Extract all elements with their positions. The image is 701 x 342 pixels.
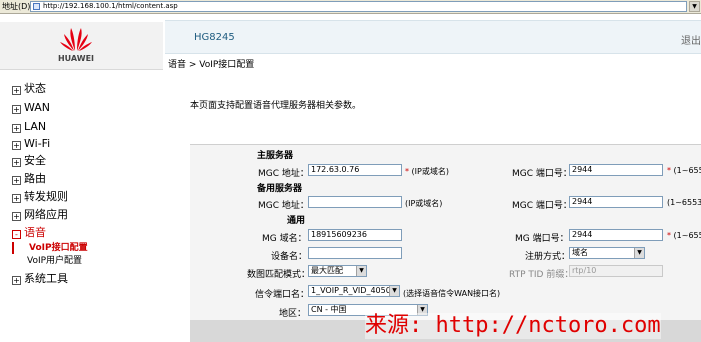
expand-icon: +: [12, 176, 21, 185]
nav-label: 状态: [24, 82, 46, 95]
address-dropdown-icon[interactable]: ▼: [689, 1, 700, 12]
backup-mgc-port-label: MGC 端口号：: [512, 201, 572, 211]
logo-text: HUAWEI: [57, 54, 95, 63]
digit-map-select[interactable]: 最大匹配 ▼: [308, 265, 367, 277]
expand-icon: +: [12, 194, 21, 203]
primary-mgc-address-hint: * (IP或域名): [405, 166, 449, 177]
dropdown-arrow-icon: ▼: [634, 248, 644, 258]
nav-label: 系统工具: [24, 272, 68, 285]
nav-item-status[interactable]: + 状态: [12, 82, 46, 96]
signal-port-value: 1_VOIP_R_VID_4050: [311, 286, 391, 295]
register-mode-value: 域名: [572, 248, 588, 257]
region-value: CN - 中国: [311, 305, 347, 314]
mg-port-hint: * (1~6553: [667, 231, 701, 240]
expand-icon: +: [12, 124, 21, 133]
nav-item-wan[interactable]: + WAN: [12, 101, 50, 115]
hint-text: (1~6553: [673, 231, 701, 240]
register-mode-label: 注册方式：: [525, 252, 571, 262]
rtp-prefix-input[interactable]: rtp/10: [569, 265, 663, 277]
digit-map-label: 数图匹配模式：: [247, 270, 311, 280]
device-name-label: 设备名：: [271, 252, 308, 262]
signal-port-label: 信令端口名：: [255, 290, 310, 300]
expand-icon: +: [12, 212, 21, 221]
address-url: http://192.168.100.1/html/content.asp: [43, 2, 178, 10]
nav-item-lan[interactable]: + LAN: [12, 120, 46, 134]
backup-mgc-address-hint: (IP或域名): [405, 199, 443, 208]
primary-mgc-address-label: MGC 地址：: [258, 169, 309, 179]
nav-label: 语音: [24, 226, 46, 239]
collapse-icon: -: [12, 230, 21, 239]
dropdown-arrow-icon: ▼: [356, 266, 366, 276]
required-mark: *: [667, 166, 671, 175]
huawei-logo-icon: [60, 28, 92, 51]
expand-icon: +: [12, 141, 21, 150]
primary-mgc-port-label: MGC 端口号：: [512, 169, 572, 179]
register-mode-select[interactable]: 域名 ▼: [569, 247, 645, 259]
nav-label: 路由: [24, 172, 46, 185]
nav-item-forward-rules[interactable]: + 转发规则: [12, 190, 68, 204]
page-icon: [33, 3, 40, 10]
hint-text: (1~655: [673, 166, 701, 175]
expand-icon: +: [12, 105, 21, 114]
nav-item-security[interactable]: + 安全: [12, 154, 46, 168]
nav-label: 转发规则: [24, 190, 68, 203]
required-mark: *: [405, 167, 409, 176]
address-bar: 地址(D) http://192.168.100.1/html/content.…: [0, 0, 701, 14]
backup-mgc-address-label: MGC 地址：: [258, 201, 309, 211]
address-label: 地址(D): [2, 2, 31, 11]
backup-mgc-address-input[interactable]: [308, 196, 402, 208]
signal-port-hint: (选择语音信令WAN接口名): [403, 289, 501, 298]
primary-mgc-port-hint: * (1~655: [667, 166, 701, 175]
watermark-text: 来源: http://nctoro.com: [365, 313, 661, 339]
primary-mgc-port-input[interactable]: 2944: [569, 164, 663, 176]
hint-text: (IP或域名): [411, 167, 449, 176]
mg-port-input[interactable]: 2944: [569, 229, 663, 241]
nav-label: 网络应用: [24, 208, 68, 221]
page-description: 本页面支持配置语音代理服务器相关参数。: [190, 101, 362, 111]
section-general: 通用: [287, 216, 306, 226]
backup-mgc-port-hint: (1~6553: [667, 198, 701, 207]
primary-mgc-address-input[interactable]: 172.63.0.76: [308, 164, 402, 176]
device-model: HG8245: [194, 32, 235, 43]
nav-item-system-tools[interactable]: + 系统工具: [12, 272, 68, 286]
mg-port-label: MG 端口号：: [515, 234, 569, 244]
region-label: 地区：: [279, 309, 307, 319]
address-input[interactable]: http://192.168.100.1/html/content.asp: [30, 1, 687, 12]
nav-sub-voip-interface[interactable]: VoIP接口配置: [12, 242, 162, 254]
device-name-input[interactable]: [308, 247, 402, 259]
section-primary-server: 主服务器: [257, 151, 294, 161]
nav-item-network-apps[interactable]: + 网络应用: [12, 208, 68, 222]
signal-port-select[interactable]: 1_VOIP_R_VID_4050 ▼: [308, 285, 400, 297]
nav-label: WAN: [24, 101, 51, 114]
expand-icon: +: [12, 158, 21, 167]
mg-domain-input[interactable]: 18915609236: [308, 229, 402, 241]
digit-map-value: 最大匹配: [311, 266, 343, 275]
left-panel: HUAWEI + 状态 + WAN + LAN + Wi-Fi + 安全 + 路由 + 转发规…: [0, 14, 165, 342]
top-header: HG8245 退出: [165, 20, 701, 54]
backup-mgc-port-input[interactable]: 2944: [569, 196, 663, 208]
nav-item-voice[interactable]: - 语音: [12, 226, 46, 240]
nav-label: LAN: [24, 120, 47, 133]
nav-sub-voip-user[interactable]: VoIP用户配置: [12, 255, 162, 267]
rtp-prefix-label: RTP TID 前缀：: [509, 270, 574, 280]
section-backup-server: 备用服务器: [257, 184, 303, 194]
nav-label: Wi-Fi: [24, 137, 51, 150]
nav-item-route[interactable]: + 路由: [12, 172, 46, 186]
required-mark: *: [667, 231, 671, 240]
nav-item-wifi[interactable]: + Wi-Fi: [12, 137, 50, 151]
mg-domain-label: MG 域名：: [262, 234, 307, 244]
logo-area: HUAWEI: [0, 22, 163, 70]
dropdown-arrow-icon: ▼: [389, 286, 399, 296]
logout-link[interactable]: 退出: [681, 32, 701, 47]
breadcrumb: 语音 > VoIP接口配置: [168, 60, 255, 70]
expand-icon: +: [12, 276, 21, 285]
expand-icon: +: [12, 86, 21, 95]
nav-label: 安全: [24, 154, 46, 167]
